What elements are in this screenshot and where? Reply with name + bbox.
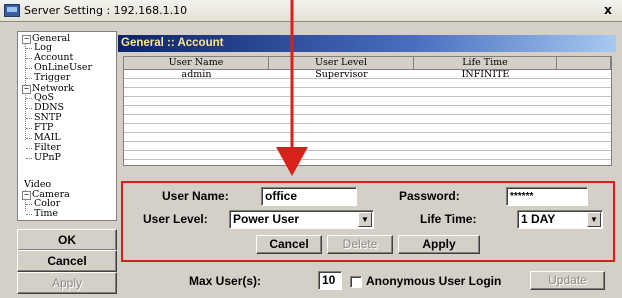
account-table[interactable]: User Name User Level Life Time admin Sup… bbox=[123, 56, 612, 166]
tree-line bbox=[26, 148, 32, 149]
max-users-input[interactable]: 10 bbox=[318, 271, 342, 290]
cell-life-time: INFINITE bbox=[461, 69, 510, 80]
close-icon[interactable]: x bbox=[600, 3, 616, 18]
anonymous-login-label: Anonymous User Login bbox=[366, 274, 502, 288]
ok-button[interactable]: OK bbox=[17, 229, 117, 251]
form-apply-button[interactable]: Apply bbox=[398, 235, 480, 254]
cell-user-level: Supervisor bbox=[315, 69, 368, 80]
collapse-icon[interactable]: − bbox=[22, 191, 31, 200]
section-title: General :: Account bbox=[118, 35, 616, 52]
tree-item-trigger[interactable]: Trigger bbox=[34, 73, 70, 83]
cancel-button[interactable]: Cancel bbox=[17, 250, 117, 272]
window-title: Server Setting : 192.168.1.10 bbox=[24, 4, 188, 17]
tree-item-time[interactable]: Time bbox=[34, 209, 58, 219]
settings-tree[interactable]: − General Log Account OnLineUser Trigger… bbox=[17, 31, 117, 221]
chevron-down-icon[interactable]: ▼ bbox=[358, 212, 372, 227]
user-level-select[interactable]: Power User ▼ bbox=[229, 210, 374, 229]
table-row[interactable] bbox=[124, 106, 611, 115]
app-icon bbox=[4, 4, 20, 17]
user-name-input[interactable]: office bbox=[261, 187, 357, 206]
tree-line bbox=[26, 158, 32, 159]
user-level-value: Power User bbox=[233, 212, 300, 226]
tree-line bbox=[26, 138, 32, 139]
tree-line bbox=[26, 68, 32, 69]
column-header-extra[interactable] bbox=[557, 57, 611, 70]
user-name-label: User Name: bbox=[162, 189, 229, 203]
table-row[interactable] bbox=[124, 97, 611, 106]
tree-line bbox=[26, 108, 32, 109]
tree-line bbox=[26, 204, 32, 205]
delete-button[interactable]: Delete bbox=[327, 235, 393, 254]
user-level-label: User Level: bbox=[143, 212, 208, 226]
tree-line bbox=[26, 58, 32, 59]
password-input[interactable]: ****** bbox=[506, 187, 588, 206]
table-row[interactable] bbox=[124, 142, 611, 151]
collapse-icon[interactable]: − bbox=[22, 85, 31, 94]
password-label: Password: bbox=[399, 189, 460, 203]
tree-line bbox=[26, 98, 32, 99]
apply-button[interactable]: Apply bbox=[17, 272, 117, 294]
tree-line bbox=[26, 214, 32, 215]
table-row[interactable] bbox=[124, 115, 611, 124]
tree-item-upnp[interactable]: UPnP bbox=[34, 153, 61, 163]
table-row[interactable] bbox=[124, 124, 611, 133]
update-button[interactable]: Update bbox=[530, 271, 605, 290]
table-row[interactable] bbox=[124, 88, 611, 97]
tree-line bbox=[26, 128, 32, 129]
anonymous-login-checkbox[interactable] bbox=[350, 276, 362, 288]
cell-user-name: admin bbox=[181, 69, 212, 80]
life-time-label: Life Time: bbox=[420, 212, 477, 226]
form-cancel-button[interactable]: Cancel bbox=[256, 235, 322, 254]
life-time-value: 1 DAY bbox=[521, 212, 556, 226]
window-titlebar: Server Setting : 192.168.1.10 x bbox=[0, 0, 622, 22]
table-row[interactable] bbox=[124, 79, 611, 88]
chevron-down-icon[interactable]: ▼ bbox=[587, 212, 601, 227]
tree-line bbox=[26, 48, 32, 49]
tree-line bbox=[26, 78, 32, 79]
life-time-select[interactable]: 1 DAY ▼ bbox=[517, 210, 603, 229]
table-row[interactable] bbox=[124, 151, 611, 160]
table-row[interactable] bbox=[124, 133, 611, 142]
table-row[interactable]: admin Supervisor INFINITE bbox=[124, 70, 611, 79]
tree-line bbox=[26, 118, 32, 119]
tree-line bbox=[25, 39, 26, 83]
collapse-icon[interactable]: − bbox=[22, 35, 31, 44]
max-users-label: Max User(s): bbox=[189, 274, 262, 288]
